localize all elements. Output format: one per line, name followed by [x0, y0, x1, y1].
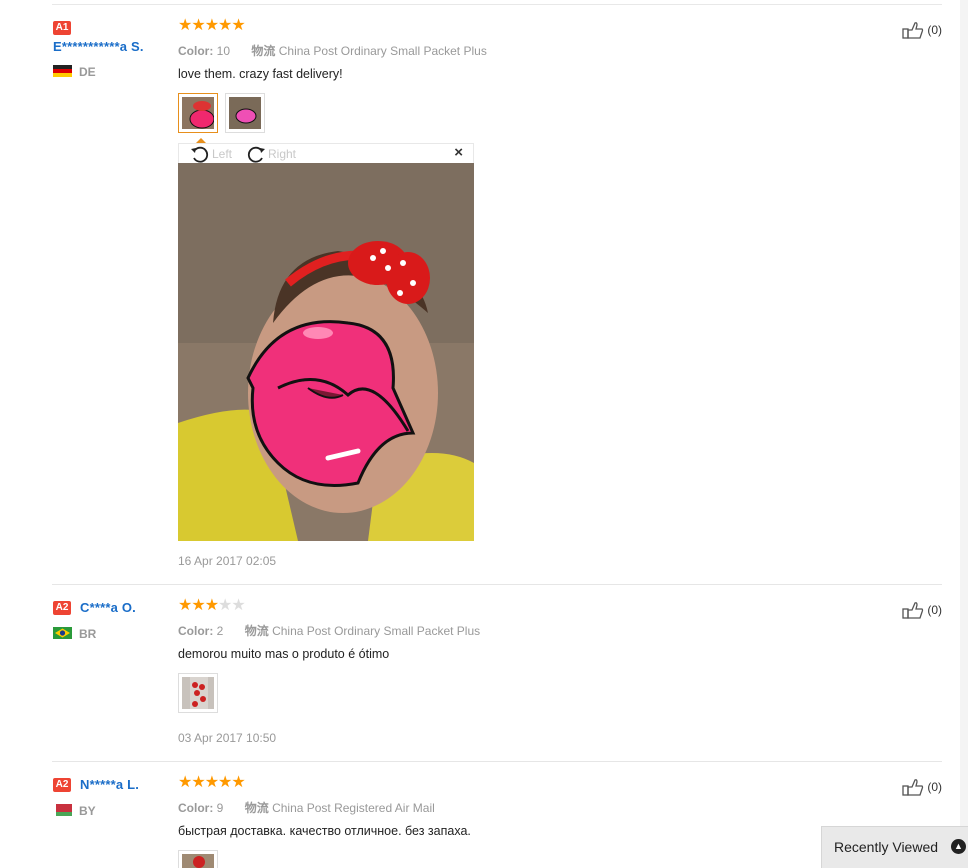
close-viewer-button[interactable]: ×	[454, 144, 463, 161]
country-code: DE	[79, 65, 96, 79]
lips-sticker-icon	[235, 108, 257, 124]
color-label: Color:	[178, 44, 214, 58]
recently-viewed-label: Recently Viewed	[834, 839, 939, 855]
star-rating: ★★★★★	[178, 774, 246, 791]
helpful-button[interactable]: (0)	[902, 21, 942, 39]
rotate-left-label: Left	[212, 147, 233, 161]
review-photo-thumbnail[interactable]	[178, 850, 218, 868]
color-value: 10	[216, 44, 231, 58]
color-label: Color:	[178, 801, 214, 815]
country-code: BY	[79, 804, 96, 818]
helpful-count: (0)	[927, 23, 942, 37]
rotate-left-button[interactable]: Left	[189, 145, 232, 163]
color-label: Color:	[178, 624, 214, 638]
review-list: A1 E***********a S. DE ★★★★★ Color: 10 物…	[0, 0, 960, 868]
buyer-level-badge: A2	[53, 778, 71, 792]
order-info: Color: 10 物流 China Post Ordinary Small P…	[178, 42, 487, 59]
product-photo-image	[193, 856, 205, 868]
shipping-label: 物流	[244, 624, 269, 638]
helpful-count: (0)	[927, 603, 942, 617]
shipping-label: 物流	[251, 44, 276, 58]
reviewer-name: E***********a S.	[53, 39, 144, 54]
helpful-button[interactable]: (0)	[902, 601, 942, 619]
germany-flag-icon	[53, 65, 72, 77]
review-date: 03 Apr 2017 10:50	[178, 731, 277, 745]
reviewer-name: C****a O.	[80, 600, 136, 615]
review-item: A2 C****a O. BR ★★★★★ Color: 2 物流 China …	[52, 598, 942, 762]
divider	[52, 4, 942, 5]
buyer-level-badge: A2	[53, 601, 71, 615]
color-value: 2	[216, 624, 224, 638]
shipping-value: China Post Ordinary Small Packet Plus	[278, 44, 487, 58]
order-info: Color: 2 物流 China Post Ordinary Small Pa…	[178, 622, 480, 639]
brazil-flag-icon	[53, 627, 72, 639]
review-photo-thumbnail[interactable]	[225, 93, 265, 133]
review-photo-thumbnail[interactable]	[178, 93, 218, 133]
rotate-right-icon	[247, 146, 265, 163]
helpful-count: (0)	[927, 780, 942, 794]
shipping-label: 物流	[244, 801, 269, 815]
star-rating: ★★★★★	[178, 17, 246, 34]
lips-sticker-icon	[189, 101, 214, 129]
thumbs-up-icon	[902, 602, 924, 619]
shipping-value: China Post Registered Air Mail	[272, 801, 435, 815]
thumbs-up-icon	[902, 779, 924, 796]
order-info: Color: 9 物流 China Post Registered Air Ma…	[178, 799, 435, 816]
recently-viewed-button[interactable]: Recently Viewed ▲	[821, 826, 968, 868]
belarus-flag-icon	[53, 804, 72, 816]
star-rating: ★★★★★	[178, 597, 246, 614]
review-text: быстрая доставка. качество отличное. без…	[178, 824, 471, 838]
review-date: 16 Apr 2017 02:05	[178, 554, 277, 568]
review-item: A1 E***********a S. DE ★★★★★ Color: 10 物…	[52, 18, 942, 585]
rotate-left-icon	[191, 146, 209, 163]
helpful-button[interactable]: (0)	[902, 778, 942, 796]
shipping-value: China Post Ordinary Small Packet Plus	[272, 624, 481, 638]
photo-viewer-toolbar: Left Right ×	[178, 143, 474, 163]
thumbs-up-icon	[902, 22, 924, 39]
review-item: A2 N*****a L. BY ★★★★★ Color: 9 物流 China…	[52, 775, 942, 868]
review-photo-large[interactable]	[178, 163, 474, 541]
rotate-right-button[interactable]: Right	[245, 145, 296, 163]
baby-photo-image	[178, 163, 474, 541]
chevron-up-icon: ▲	[951, 839, 966, 854]
buyer-level-badge: A1	[53, 21, 71, 35]
rotate-right-label: Right	[268, 147, 297, 161]
review-text: demorou muito mas o produto é ótimo	[178, 647, 390, 661]
color-value: 9	[216, 801, 224, 815]
review-photo-thumbnail[interactable]	[178, 673, 218, 713]
review-text: love them. crazy fast delivery!	[178, 67, 343, 81]
country-code: BR	[79, 627, 97, 641]
reviewer-name: N*****a L.	[80, 777, 140, 792]
product-photo-image	[190, 677, 208, 709]
